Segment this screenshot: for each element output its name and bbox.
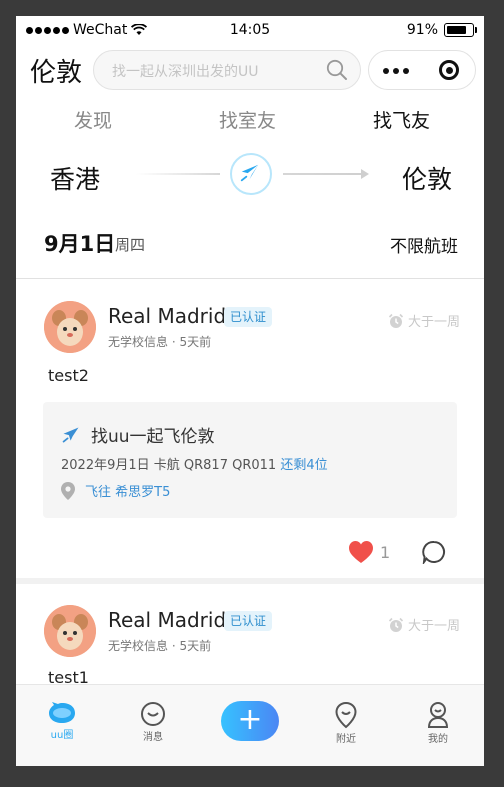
post-actions: 1 xyxy=(16,540,484,568)
uu-circle-icon xyxy=(49,702,75,723)
flight-info-box[interactable]: 找uu一起飞伦敦 2022年9月1日 卡航 QR817 QR011 还剩4位 飞… xyxy=(43,402,457,518)
miniapp-capsule xyxy=(368,50,476,90)
tabbar-label: 消息 xyxy=(143,732,163,743)
avatar[interactable] xyxy=(44,605,96,657)
user-avatar-icon xyxy=(44,605,96,657)
location-pin-icon xyxy=(61,481,75,500)
time-label: 大于一周 xyxy=(407,619,460,634)
departure-city[interactable]: 香港 xyxy=(50,160,100,196)
avatar[interactable] xyxy=(44,301,96,353)
tabbar-label: 我的 xyxy=(428,734,448,745)
heart-icon[interactable] xyxy=(348,540,374,564)
search-placeholder: 找一起从深圳出发的UU xyxy=(112,64,259,80)
divider xyxy=(16,278,484,279)
username[interactable]: Real Madrid xyxy=(108,304,226,328)
post-card[interactable]: Real Madrid 已认证 无学校信息 · 5天前 大于一周 test2 找… xyxy=(16,286,484,578)
verified-badge: 已认证 xyxy=(224,307,273,327)
alarm-clock-icon xyxy=(388,617,404,632)
profile-icon xyxy=(427,702,449,728)
post-text: test2 xyxy=(48,366,89,385)
search-input[interactable]: 找一起从深圳出发的UU xyxy=(93,50,361,90)
battery-icon xyxy=(444,23,477,37)
post-time: 大于一周 xyxy=(388,311,460,330)
post-card[interactable]: Real Madrid 已认证 无学校信息 · 5天前 大于一周 test1 xyxy=(16,584,484,684)
post-text: test1 xyxy=(48,668,89,684)
tab-find-roommate[interactable]: 找室友 xyxy=(219,106,276,133)
close-miniapp-icon[interactable] xyxy=(439,60,459,80)
username[interactable]: Real Madrid xyxy=(108,608,226,632)
tabbar-item-nearby[interactable]: 附近 xyxy=(316,685,376,745)
tab-find-flightmate[interactable]: 找飞友 xyxy=(373,106,430,133)
tabbar-label: uu圈 xyxy=(50,730,74,741)
tabbar-label: 附近 xyxy=(336,734,356,745)
time-label: 大于一周 xyxy=(407,315,460,330)
flight-destination: 飞往 希思罗T5 xyxy=(61,481,170,500)
phone-screen: WeChat 14:05 91% 伦敦 找一起从深圳出发的UU 发现 找室友 找… xyxy=(16,16,484,766)
flight-detail-text: 2022年9月1日 卡航 QR817 QR011 xyxy=(61,458,277,473)
airplane-icon xyxy=(240,164,259,182)
tabbar-item-uu-circle[interactable]: uu圈 xyxy=(32,685,92,745)
weekday-label: 周四 xyxy=(115,236,146,254)
tab-discover[interactable]: 发现 xyxy=(74,106,112,133)
route-arrow xyxy=(361,169,369,179)
user-avatar-icon xyxy=(44,301,96,353)
route-line-left xyxy=(136,173,220,175)
city-selector[interactable]: 伦敦 xyxy=(30,52,82,89)
flight-title-text: 找uu一起飞伦敦 xyxy=(91,427,215,447)
status-bar: WeChat 14:05 91% xyxy=(16,16,484,46)
date-picker[interactable]: 9月1日 xyxy=(44,228,115,258)
swap-route-button[interactable] xyxy=(230,153,272,195)
verified-badge: 已认证 xyxy=(224,611,273,631)
location-pin-icon xyxy=(335,701,357,729)
destination-text: 飞往 希思罗T5 xyxy=(85,485,171,500)
more-icon[interactable] xyxy=(383,68,409,74)
date-filter: 9月1日 周四 不限航班 xyxy=(16,228,484,268)
arrival-city[interactable]: 伦敦 xyxy=(402,160,452,196)
message-icon xyxy=(141,702,165,726)
top-tabs: 发现 找室友 找飞友 xyxy=(16,106,484,136)
flight-detail: 2022年9月1日 卡航 QR817 QR011 还剩4位 xyxy=(61,454,328,473)
comment-icon[interactable] xyxy=(422,540,446,564)
status-right: 91% xyxy=(406,22,477,38)
post-meta: 无学校信息 · 5天前 xyxy=(108,639,212,653)
flight-filter[interactable]: 不限航班 xyxy=(390,232,458,257)
search-icon[interactable] xyxy=(326,59,348,81)
flight-title: 找uu一起飞伦敦 xyxy=(61,422,215,447)
seats-remaining: 还剩4位 xyxy=(280,458,328,473)
create-post-button[interactable]: + xyxy=(221,701,279,741)
tabbar-item-messages[interactable]: 消息 xyxy=(123,685,183,745)
header: 伦敦 找一起从深圳出发的UU xyxy=(16,46,484,94)
route-selector: 香港 伦敦 xyxy=(16,153,484,214)
airplane-icon xyxy=(62,427,79,442)
tabbar-item-profile[interactable]: 我的 xyxy=(408,685,468,745)
route-line-right xyxy=(283,173,367,175)
battery-percent: 91% xyxy=(406,22,438,38)
post-time: 大于一周 xyxy=(388,615,460,634)
post-meta: 无学校信息 · 5天前 xyxy=(108,335,212,349)
like-count: 1 xyxy=(380,543,391,562)
bottom-tab-bar: uu圈 消息 + 附近 我的 xyxy=(16,684,484,766)
alarm-clock-icon xyxy=(388,313,404,328)
